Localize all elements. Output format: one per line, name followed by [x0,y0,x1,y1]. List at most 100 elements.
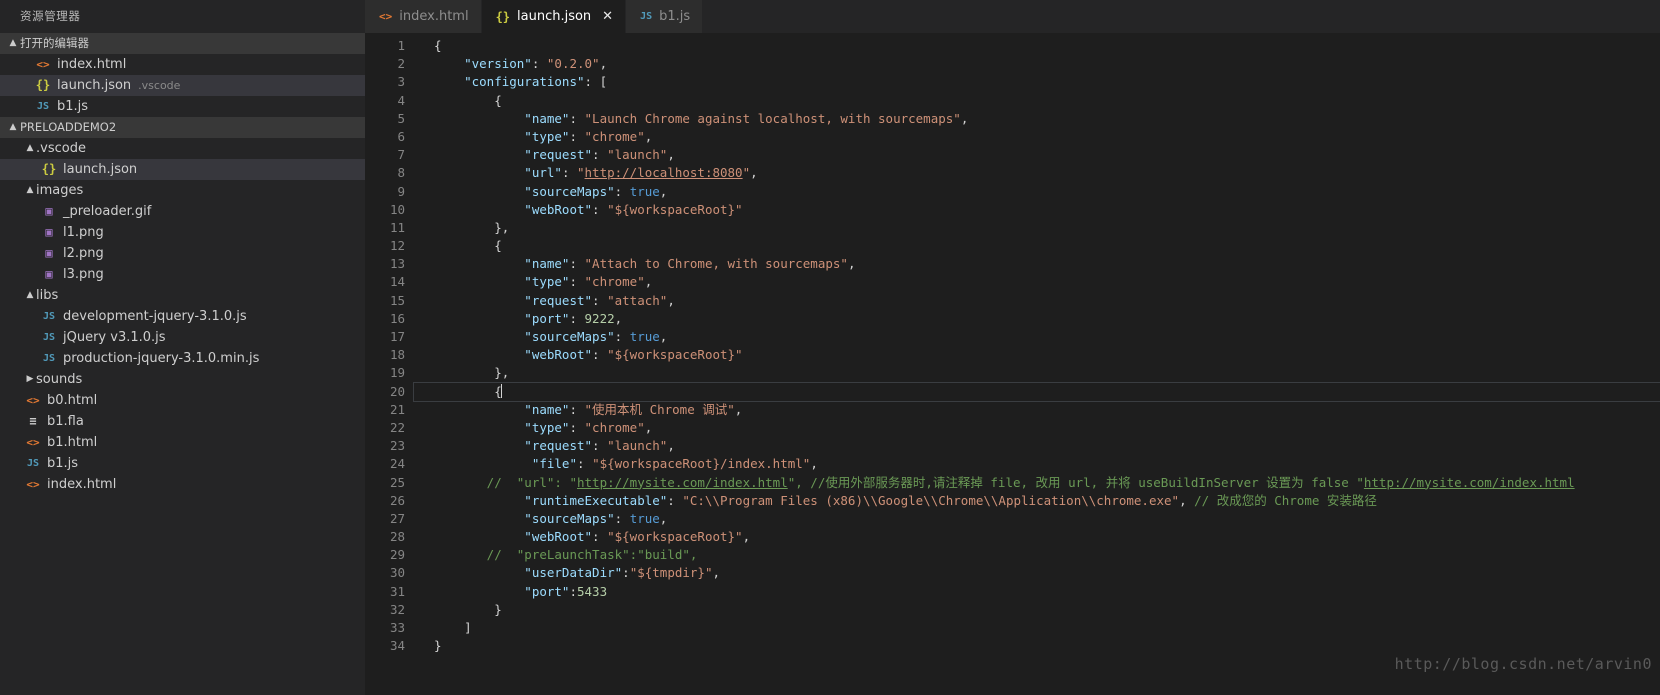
line-number: 19 [365,364,405,382]
tree-file-indexhtml[interactable]: <>index.html [0,474,365,495]
html-icon: <> [379,10,392,23]
code-token: "webRoot" [434,347,592,362]
code-token: : [615,184,630,199]
code-line[interactable]: 27 "sourceMaps": true, [365,510,1660,528]
code-line[interactable]: 25 // "url": "http://mysite.com/index.ht… [365,474,1660,492]
code-line-text: "sourceMaps": true, [405,183,667,201]
code-line[interactable]: 24 "file": "${workspaceRoot}/index.html"… [365,455,1660,473]
tree-file-b1js[interactable]: JSb1.js [0,453,365,474]
code-line[interactable]: 3 "configurations": [ [365,73,1660,91]
code-line[interactable]: 28 "webRoot": "${workspaceRoot}", [365,528,1660,546]
code-token: "${tmpdir}" [630,565,713,580]
tab-launchjson[interactable]: {}launch.json✕ [482,0,627,33]
chevron-down-icon[interactable]: ▲ [24,180,36,201]
code-line[interactable]: 32 } [365,601,1660,619]
code-line-text: "url": "http://localhost:8080", [405,164,758,182]
code-line-text: // "preLaunchTask":"build", [405,546,697,564]
code-token[interactable]: http://mysite.com/index.html [577,475,788,490]
tree-file-b1html[interactable]: <>b1.html [0,432,365,453]
code-line[interactable]: 14 "type": "chrome", [365,273,1660,291]
code-token: "request" [434,147,592,162]
code-line-text: "type": "chrome", [405,128,652,146]
tree-item-label: launch.json [63,159,137,180]
tree-file-preloadergif[interactable]: ▣_preloader.gif [0,201,365,222]
close-icon[interactable]: ✕ [602,10,613,23]
code-line[interactable]: 20 { [365,383,1660,401]
code-line[interactable]: 15 "request": "attach", [365,292,1660,310]
code-token: "port" [434,584,569,599]
code-token: ] [434,620,472,635]
code-line[interactable]: 22 "type": "chrome", [365,419,1660,437]
tree-folder-vscode[interactable]: ▲.vscode [0,138,365,159]
code-line[interactable]: 31 "port":5433 [365,583,1660,601]
section-project-root[interactable]: ▲ PRELOADDEMO2 [0,117,365,138]
tree-file-l3png[interactable]: ▣l3.png [0,264,365,285]
line-number: 3 [365,73,405,91]
open-editor-item[interactable]: JSb1.js [0,96,365,117]
tree-file-l2png[interactable]: ▣l2.png [0,243,365,264]
code-token: "launch" [607,438,667,453]
chevron-down-icon[interactable]: ▲ [24,138,36,159]
code-token: "name" [434,256,569,271]
code-line[interactable]: 7 "request": "launch", [365,146,1660,164]
code-line[interactable]: 9 "sourceMaps": true, [365,183,1660,201]
code-line[interactable]: 34} [365,637,1660,655]
tree-file-b1fla[interactable]: ≡b1.fla [0,411,365,432]
tree-item-label: libs [36,285,58,306]
code-line-text: "name": "Attach to Chrome, with sourcema… [405,255,855,273]
json-icon: {} [34,75,52,96]
tree-file-jQueryv310js[interactable]: JSjQuery v3.1.0.js [0,327,365,348]
code-line[interactable]: 11 }, [365,219,1660,237]
tree-file-launchjson[interactable]: {}launch.json [0,159,365,180]
open-editor-folder: .vscode [138,75,180,96]
code-line[interactable]: 10 "webRoot": "${workspaceRoot}" [365,201,1660,219]
code-line[interactable]: 19 }, [365,364,1660,382]
tab-indexhtml[interactable]: <>index.html [365,0,482,33]
code-line[interactable]: 16 "port": 9222, [365,310,1660,328]
code-line[interactable]: 1{ [365,37,1660,55]
chevron-right-icon[interactable]: ▶ [24,369,36,390]
code-token: // 改成您的 Chrome 安装路径 [1187,493,1377,508]
code-viewport[interactable]: 1{2 "version": "0.2.0",3 "configurations… [365,33,1660,695]
tree-folder-sounds[interactable]: ▶sounds [0,369,365,390]
code-line[interactable]: 17 "sourceMaps": true, [365,328,1660,346]
tree-file-developmentjquery310js[interactable]: JSdevelopment-jquery-3.1.0.js [0,306,365,327]
code-line[interactable]: 2 "version": "0.2.0", [365,55,1660,73]
line-number: 11 [365,219,405,237]
explorer-title: 资源管理器 [0,0,365,33]
js-icon: JS [24,453,42,474]
code-line[interactable]: 12 { [365,237,1660,255]
code-line[interactable]: 23 "request": "launch", [365,437,1660,455]
chevron-down-icon[interactable]: ▲ [24,285,36,306]
code-content[interactable]: 1{2 "version": "0.2.0",3 "configurations… [365,33,1660,655]
code-token: { [434,38,442,53]
line-number: 29 [365,546,405,564]
section-open-editors[interactable]: ▲ 打开的编辑器 [0,33,365,54]
code-line[interactable]: 4 { [365,92,1660,110]
code-line[interactable]: 29 // "preLaunchTask":"build", [365,546,1660,564]
code-line[interactable]: 5 "name": "Launch Chrome against localho… [365,110,1660,128]
code-token: : [569,584,577,599]
code-line[interactable]: 33 ] [365,619,1660,637]
code-token[interactable]: http://mysite.com/index.html [1364,475,1575,490]
code-line[interactable]: 26 "runtimeExecutable": "C:\\Program Fil… [365,492,1660,510]
tab-b1js[interactable]: JSb1.js [626,0,703,33]
code-line[interactable]: 6 "type": "chrome", [365,128,1660,146]
tree-file-l1png[interactable]: ▣l1.png [0,222,365,243]
tree-file-productionjquery310minjs[interactable]: JSproduction-jquery-3.1.0.min.js [0,348,365,369]
code-line[interactable]: 30 "userDataDir":"${tmpdir}", [365,564,1660,582]
tree-item-label: l1.png [63,222,104,243]
code-token[interactable]: http://localhost:8080 [585,165,743,180]
open-editor-item[interactable]: <>index.html [0,54,365,75]
code-line[interactable]: 21 "name": "使用本机 Chrome 调试", [365,401,1660,419]
code-line[interactable]: 13 "name": "Attach to Chrome, with sourc… [365,255,1660,273]
code-token: , [1179,493,1187,508]
open-editor-item[interactable]: {}launch.json.vscode [0,75,365,96]
tree-folder-libs[interactable]: ▲libs [0,285,365,306]
code-token: "url" [434,165,562,180]
code-token: "runtimeExecutable" [434,493,667,508]
tree-file-b0html[interactable]: <>b0.html [0,390,365,411]
code-line[interactable]: 18 "webRoot": "${workspaceRoot}" [365,346,1660,364]
tree-folder-images[interactable]: ▲images [0,180,365,201]
code-line[interactable]: 8 "url": "http://localhost:8080", [365,164,1660,182]
